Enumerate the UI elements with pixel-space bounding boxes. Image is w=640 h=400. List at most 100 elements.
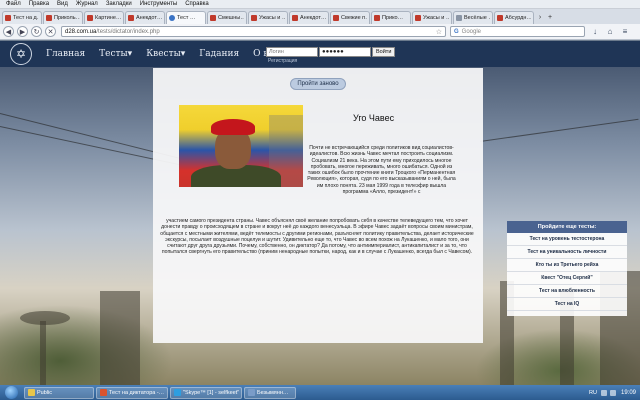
palm-crown bbox=[20, 311, 70, 325]
browser-tab[interactable]: Тест на д… bbox=[2, 11, 42, 24]
more-tests-link[interactable]: Тест на IQ bbox=[507, 298, 627, 311]
tab-label: Весёлые … bbox=[464, 15, 490, 21]
nav-toolbar: ◀ ▶ ↻ ✕ d28.com.ua/tests/dictator/index.… bbox=[0, 24, 640, 40]
browser-tab[interactable]: Картине… bbox=[84, 11, 124, 24]
menu-edit[interactable]: Правка bbox=[29, 1, 49, 7]
login-button[interactable]: Войти bbox=[372, 47, 396, 57]
network-icon[interactable] bbox=[600, 389, 607, 396]
tab-label: Картине… bbox=[95, 15, 121, 21]
browser-tab[interactable]: Свежие п… bbox=[330, 11, 370, 24]
more-tests-link[interactable]: Тест на влюбленность bbox=[507, 285, 627, 298]
tab-label: Смешны… bbox=[218, 15, 244, 21]
search-placeholder: Google bbox=[461, 28, 482, 35]
favicon-icon bbox=[210, 15, 216, 21]
favicon-icon bbox=[456, 15, 462, 21]
more-tests-link[interactable]: Кто ты из Третьего рейха bbox=[507, 259, 627, 272]
browser-tab[interactable]: Абсурдн… bbox=[494, 11, 534, 24]
menu-icon[interactable]: ≡ bbox=[620, 27, 630, 37]
tab-scroll-right-icon[interactable]: › bbox=[535, 11, 545, 24]
tab-label: Ужасы и … bbox=[259, 15, 285, 21]
window-menubar: Файл Правка Вид Журнал Закладки Инструме… bbox=[0, 0, 640, 9]
login-form: Войти bbox=[266, 47, 396, 57]
site-navbar: ✡ Главная Тесты▾ Квесты▾ Гадания О нас В… bbox=[0, 41, 640, 67]
browser-tab-active[interactable]: Тест … bbox=[166, 11, 206, 24]
browser-tab[interactable]: Прико… bbox=[371, 11, 411, 24]
result-panel: Пройти заново Уго Чавес Почти не встреча… bbox=[153, 68, 483, 343]
menu-file[interactable]: Файл bbox=[6, 1, 21, 7]
menu-tools[interactable]: Инструменты bbox=[140, 1, 177, 7]
retry-button[interactable]: Пройти заново bbox=[290, 78, 346, 90]
favicon-icon bbox=[5, 15, 11, 21]
folder-icon bbox=[28, 389, 35, 396]
menu-bookmarks[interactable]: Закладки bbox=[106, 1, 132, 7]
more-tests-header: Пройдите еще тесты: bbox=[507, 221, 627, 233]
login-field[interactable] bbox=[266, 47, 318, 57]
browser-tab[interactable]: Смешны… bbox=[207, 11, 247, 24]
more-tests-link[interactable]: Тест на уровень тестостерона bbox=[507, 233, 627, 246]
back-icon[interactable]: ◀ bbox=[3, 26, 14, 37]
browser-tab[interactable]: Приколь… bbox=[43, 11, 83, 24]
tab-label: Тест … bbox=[177, 15, 196, 21]
download-icon[interactable]: ↓ bbox=[590, 27, 600, 37]
favicon-icon bbox=[292, 15, 298, 21]
site-logo-icon[interactable]: ✡ bbox=[10, 43, 32, 65]
password-field[interactable] bbox=[319, 47, 371, 57]
favicon-icon bbox=[333, 15, 339, 21]
tab-label: Анекдот… bbox=[136, 15, 162, 21]
language-indicator[interactable]: RU bbox=[589, 390, 597, 396]
nav-home[interactable]: Главная bbox=[46, 49, 85, 59]
taskbar-label: Public bbox=[37, 389, 52, 396]
url-host: d28.com.ua bbox=[65, 28, 97, 35]
google-icon: G bbox=[454, 28, 459, 35]
paint-icon bbox=[248, 389, 255, 396]
power-line bbox=[479, 118, 639, 142]
taskbar-item[interactable]: "Skype™ [1] - selfkeet" bbox=[170, 386, 242, 399]
tab-label: Приколь… bbox=[54, 15, 80, 21]
volume-icon[interactable] bbox=[609, 389, 616, 396]
menu-view[interactable]: Вид bbox=[57, 1, 68, 7]
forward-icon[interactable]: ▶ bbox=[17, 26, 28, 37]
browser-tab[interactable]: Ужасы и … bbox=[248, 11, 288, 24]
taskbar-label: Безымянн… bbox=[257, 389, 289, 396]
browser-tab[interactable]: Анекдот… bbox=[289, 11, 329, 24]
favicon-icon bbox=[87, 15, 93, 21]
stop-icon[interactable]: ✕ bbox=[45, 26, 56, 37]
system-tray: RU 19:09 bbox=[589, 389, 640, 396]
more-tests-link[interactable]: Тест на уникальность личности bbox=[507, 246, 627, 259]
nav-fortune[interactable]: Гадания bbox=[199, 49, 239, 59]
bookmark-star-icon[interactable]: ☆ bbox=[436, 28, 442, 36]
taskbar-item[interactable]: Безымянн… bbox=[244, 386, 296, 399]
palm-trunk bbox=[40, 321, 46, 385]
taskbar-label: Тест на диктатора -… bbox=[109, 389, 165, 396]
more-tests-link[interactable]: Квест "Отец Сергий" bbox=[507, 272, 627, 285]
clock: 19:09 bbox=[620, 389, 636, 396]
menu-help[interactable]: Справка bbox=[185, 1, 209, 7]
browser-tab[interactable]: Ужасы и … bbox=[412, 11, 452, 24]
menu-history[interactable]: Журнал bbox=[76, 1, 98, 7]
tab-label: Абсурдн… bbox=[505, 15, 531, 21]
favicon-icon bbox=[46, 15, 52, 21]
home-icon[interactable]: ⌂ bbox=[605, 27, 615, 37]
favicon-icon bbox=[415, 15, 421, 21]
reload-icon[interactable]: ↻ bbox=[31, 26, 42, 37]
tab-label: Анекдот… bbox=[300, 15, 326, 21]
nav-tests[interactable]: Тесты▾ bbox=[99, 49, 132, 59]
tab-strip: Тест на д… Приколь… Картине… Анекдот… Те… bbox=[0, 9, 640, 24]
browser-tab[interactable]: Весёлые … bbox=[453, 11, 493, 24]
start-button-icon[interactable] bbox=[5, 386, 18, 399]
taskbar-item[interactable]: Public bbox=[24, 386, 94, 399]
skype-icon bbox=[174, 389, 181, 396]
new-tab-icon[interactable]: + bbox=[545, 11, 555, 24]
browser-tab[interactable]: Анекдот… bbox=[125, 11, 165, 24]
search-bar[interactable]: G Google bbox=[450, 26, 585, 37]
url-bar[interactable]: d28.com.ua/tests/dictator/index.php ☆ bbox=[61, 26, 446, 37]
register-link[interactable]: Регистрация bbox=[268, 58, 297, 64]
firefox-icon bbox=[100, 389, 107, 396]
url-path: /tests/dictator/index.php bbox=[96, 28, 160, 35]
result-title: Уго Чавес bbox=[353, 113, 395, 123]
nav-quests[interactable]: Квесты▾ bbox=[146, 49, 185, 59]
page-viewport: ✡ Главная Тесты▾ Квесты▾ Гадания О нас В… bbox=[0, 41, 640, 385]
taskbar-item[interactable]: Тест на диктатора -… bbox=[96, 386, 168, 399]
favicon-icon bbox=[251, 15, 257, 21]
tab-label: Тест на д… bbox=[13, 15, 39, 21]
